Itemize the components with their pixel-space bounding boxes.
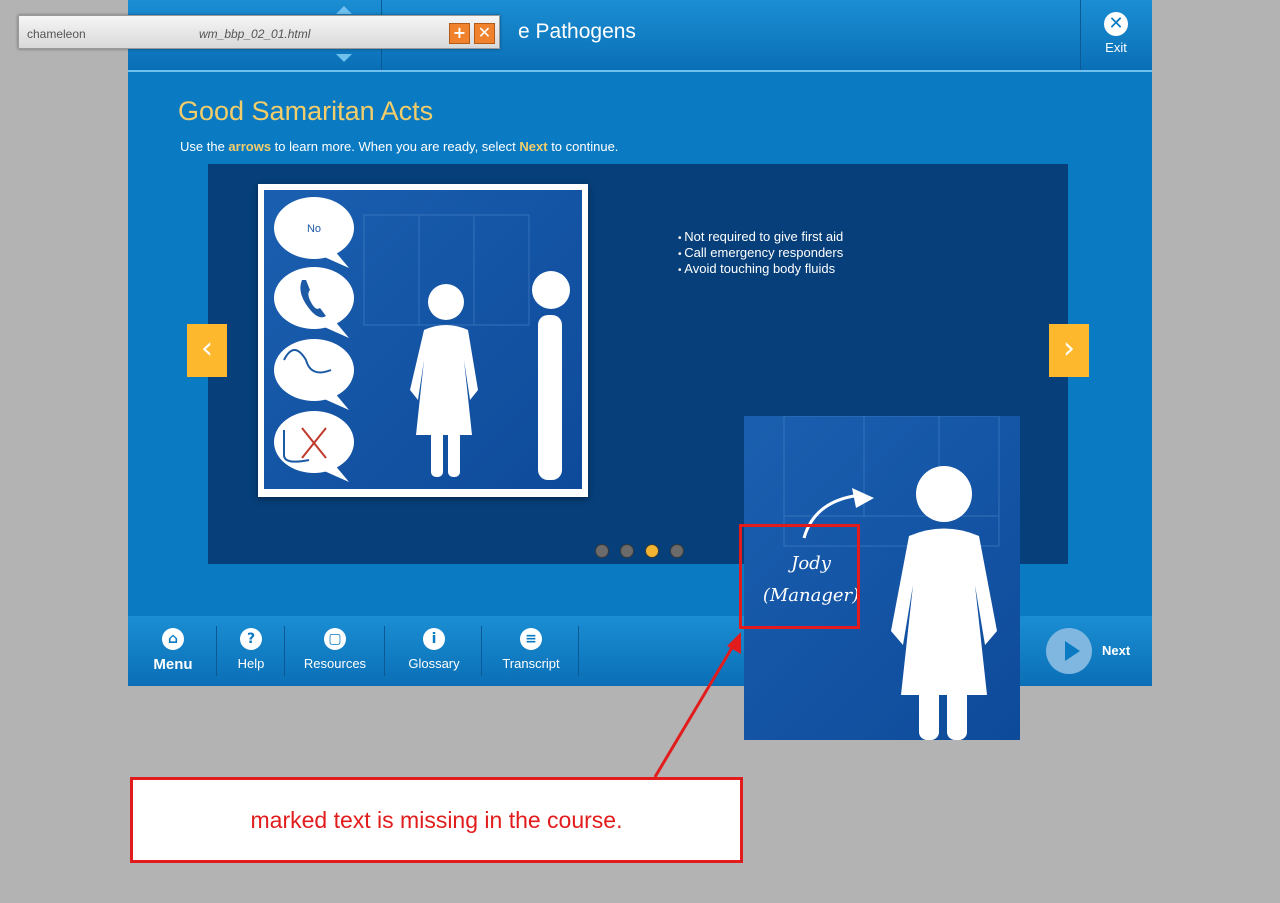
annotation-callout: marked text is missing in the course. bbox=[130, 777, 743, 863]
close-button[interactable]: ✕ bbox=[474, 23, 495, 44]
chameleon-logo: chameleon bbox=[27, 27, 86, 41]
filename-label: wm_bbp_02_01.html bbox=[199, 27, 311, 41]
review-toolbar: chameleon wm_bbp_02_01.html + ✕ bbox=[18, 15, 500, 49]
plus-icon: + bbox=[452, 23, 467, 42]
close-icon: ✕ bbox=[477, 23, 492, 42]
annotation-arrow bbox=[653, 632, 741, 778]
add-button[interactable]: + bbox=[449, 23, 470, 44]
